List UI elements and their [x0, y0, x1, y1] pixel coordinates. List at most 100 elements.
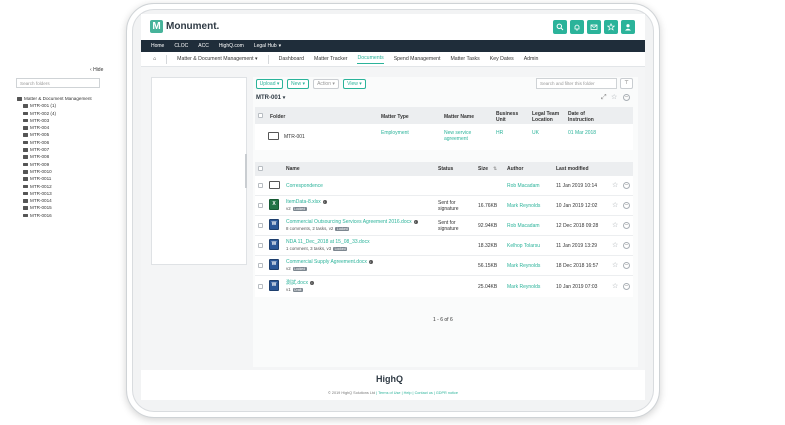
business-unit[interactable]: HR [496, 130, 503, 136]
folder-search-input[interactable]: Search folders [16, 78, 100, 88]
action-button[interactable]: Action ▾ [313, 79, 339, 89]
more-options-icon[interactable]: – [623, 242, 630, 249]
more-options-icon[interactable]: – [623, 283, 630, 290]
star-icon[interactable] [604, 20, 618, 34]
tab-matter-tasks[interactable]: Matter Tasks [450, 56, 479, 62]
tree-item[interactable]: MTR-008 [17, 153, 92, 160]
tree-item[interactable]: MTR-004 [17, 124, 92, 131]
tab-matter-tracker[interactable]: Matter Tracker [314, 56, 347, 62]
document-name[interactable]: Commercial Outsourcing Services Agreemen… [286, 219, 418, 225]
tree-item[interactable]: MTR-0011 [17, 175, 92, 182]
tab-spend-management[interactable]: Spend Management [394, 56, 441, 62]
col-legal-team-location[interactable]: Legal Team Location [532, 111, 560, 123]
tree-item[interactable]: MTR-0010 [17, 168, 92, 175]
row-checkbox[interactable] [258, 203, 263, 208]
document-name[interactable]: NDA 11_Dec_2018 at 15_08_33.docx [286, 239, 370, 245]
tree-item[interactable]: MTR-001 (1) [17, 102, 92, 109]
info-icon[interactable]: i [368, 259, 373, 264]
star-icon[interactable]: ☆ [612, 262, 618, 269]
tab-admin[interactable]: Admin [524, 56, 539, 62]
tree-item[interactable]: MTR-005 [17, 131, 92, 138]
hide-panel-button[interactable]: ‹ Hide [90, 67, 103, 73]
col-author[interactable]: Author [507, 166, 523, 172]
home-icon[interactable]: ⌂ [153, 56, 156, 62]
sort-icon[interactable]: ⇅ [493, 166, 497, 172]
star-icon[interactable]: ☆ [611, 94, 617, 101]
tree-item[interactable]: MTR-003 [17, 117, 92, 124]
tree-root[interactable]: Matter & Document Management [17, 95, 92, 102]
document-author[interactable]: Rob Macadam [507, 183, 540, 189]
document-author[interactable]: Mark Reynolds [507, 203, 540, 209]
star-icon[interactable]: ☆ [612, 222, 618, 229]
row-checkbox[interactable] [258, 223, 263, 228]
row-checkbox[interactable] [258, 243, 263, 248]
tab-dashboard[interactable]: Dashboard [279, 56, 304, 62]
search-icon[interactable] [553, 20, 567, 34]
monument-logo[interactable]: M Monument. [150, 20, 219, 33]
nav-acc[interactable]: ACC [198, 43, 209, 49]
view-button[interactable]: View ▾ [343, 79, 366, 89]
folder-scrollbar[interactable] [245, 154, 247, 188]
tree-item[interactable]: MTR-0014 [17, 197, 92, 204]
new-button[interactable]: New ▾ [287, 79, 309, 89]
star-icon[interactable]: ☆ [612, 182, 618, 189]
select-all-checkbox[interactable] [258, 113, 263, 118]
star-icon[interactable]: ☆ [612, 283, 618, 290]
row-checkbox[interactable] [258, 263, 263, 268]
bell-icon[interactable] [570, 20, 584, 34]
col-status[interactable]: Status [438, 166, 453, 172]
footer-link[interactable]: GDPR notice [436, 391, 458, 395]
document-name[interactable]: Commercial Supply Agreement.docx i [286, 259, 373, 265]
more-options-icon[interactable]: – [623, 202, 630, 209]
row-checkbox[interactable] [258, 284, 263, 289]
matter-name[interactable]: New service agreement [444, 130, 484, 142]
info-icon[interactable]: i [322, 199, 327, 204]
row-checkbox[interactable] [258, 183, 263, 188]
info-icon[interactable]: i [413, 219, 418, 224]
tree-item[interactable]: MTR-007 [17, 146, 92, 153]
user-icon[interactable] [621, 20, 635, 34]
expand-icon[interactable]: ⤢ [601, 94, 607, 102]
document-name[interactable]: Correspondence [286, 183, 323, 189]
footer-link[interactable]: Contact us [415, 391, 433, 395]
upload-button[interactable]: Upload ▾ [256, 79, 283, 89]
nav-cloc[interactable]: CLOC [174, 43, 188, 49]
info-icon[interactable]: i [309, 280, 314, 285]
legal-team-location[interactable]: UK [532, 130, 539, 136]
col-matter-name[interactable]: Matter Name [444, 114, 474, 120]
document-name[interactable]: ItemData-8.xlsx i [286, 199, 327, 205]
star-icon[interactable]: ☆ [612, 202, 618, 209]
nav-home[interactable]: Home [151, 43, 164, 49]
tree-item[interactable]: MTR-009 [17, 161, 92, 168]
nav-highq[interactable]: HighQ.com [219, 43, 244, 49]
footer-link[interactable]: Help [404, 391, 412, 395]
document-search-input[interactable]: Search and filter this folder [536, 78, 617, 89]
document-author[interactable]: Mark Reynolds [507, 284, 540, 290]
more-options-icon[interactable]: – [623, 262, 630, 269]
current-folder-title[interactable]: MTR-001 ▾ [256, 95, 285, 101]
tab-key-dates[interactable]: Key Dates [490, 56, 514, 62]
tree-item[interactable]: MTR-0012 [17, 183, 92, 190]
star-icon[interactable]: ☆ [612, 242, 618, 249]
document-author[interactable]: Kelhop Tolarsu [507, 243, 540, 249]
document-name[interactable]: 測試.docx i [286, 280, 314, 286]
more-options-icon[interactable]: – [623, 94, 630, 101]
matter-type[interactable]: Employment [381, 130, 409, 136]
nav-legal-hub[interactable]: Legal Hub ▾ [254, 43, 281, 49]
footer-link[interactable]: Terms of Use [378, 391, 400, 395]
col-size[interactable]: Size [478, 166, 488, 172]
tree-item[interactable]: MTR-0015 [17, 204, 92, 211]
select-all-checkbox[interactable] [258, 166, 263, 171]
col-last-modified[interactable]: Last modified [556, 166, 589, 172]
filter-button[interactable]: ⊤ [620, 78, 633, 89]
col-name[interactable]: Name [286, 166, 300, 172]
col-date-of-instruction[interactable]: Date of Instruction [568, 111, 600, 123]
col-folder[interactable]: Folder [270, 114, 285, 120]
section-selector[interactable]: Matter & Document Management ▾ [177, 56, 257, 62]
col-matter-type[interactable]: Matter Type [381, 114, 409, 120]
mail-icon[interactable] [587, 20, 601, 34]
document-author[interactable]: Rob Macadam [507, 223, 540, 229]
tree-item[interactable]: MTR-006 [17, 139, 92, 146]
tree-item[interactable]: MTR-002 (4) [17, 110, 92, 117]
document-author[interactable]: Mark Reynolds [507, 263, 540, 269]
